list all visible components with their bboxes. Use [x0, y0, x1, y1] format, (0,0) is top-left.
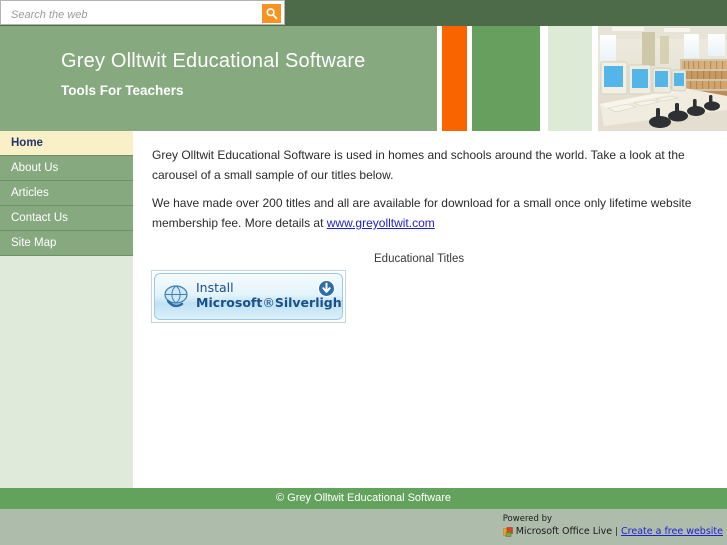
top-search-bar — [0, 0, 727, 26]
sidebar-item-label: Home — [11, 137, 43, 149]
search-icon — [265, 7, 278, 20]
create-free-website-link[interactable]: Create a free website — [621, 526, 723, 538]
search-box[interactable] — [0, 0, 285, 25]
header-green-panel — [0, 26, 437, 131]
sidebar-item-contact-us[interactable]: Contact Us — [0, 206, 133, 231]
install-silverlight-button[interactable]: Install Microsoft®Silverlight™ — [154, 273, 343, 320]
footer-copyright-bar: © Grey Olltwit Educational Software — [0, 488, 727, 509]
copyright-text: © Grey Olltwit Educational Software — [275, 492, 451, 504]
header-accent-bar-pale — [548, 26, 592, 131]
page-subtitle: Tools For Teachers — [61, 83, 184, 98]
page-root: Grey Olltwit Educational Software Tools … — [0, 0, 727, 545]
silverlight-install-container: Install Microsoft®Silverlight™ — [151, 270, 346, 323]
educational-titles-caption: Educational Titles — [374, 253, 465, 265]
sidebar-item-label: About Us — [11, 162, 59, 174]
powered-by-block: Powered by Microsoft Office Live | Creat… — [503, 514, 723, 538]
office-live-icon — [502, 527, 513, 537]
provider-name: Microsoft Office Live — [515, 526, 613, 537]
silverlight-registered-mark: ® — [262, 295, 275, 310]
powered-by-label: Powered by — [502, 514, 552, 524]
website-link[interactable]: www.greyolltwit.com — [327, 216, 435, 230]
silverlight-microsoft-word: Microsoft — [196, 295, 263, 310]
header-accent-bar-orange — [442, 26, 467, 131]
search-button[interactable] — [262, 4, 281, 23]
sidebar-item-about-us[interactable]: About Us — [0, 156, 133, 181]
search-input[interactable] — [9, 5, 263, 24]
sidebar-item-articles[interactable]: Articles — [0, 181, 133, 206]
details-paragraph: We have made over 200 titles and all are… — [152, 193, 700, 233]
powered-by-row: Microsoft Office Live | Create a free we… — [502, 526, 723, 538]
page-title: Grey Olltwit Educational Software — [61, 50, 366, 72]
silverlight-word: Silverlight — [274, 295, 343, 310]
sidebar-item-home[interactable]: Home — [0, 131, 133, 156]
main-content: Grey Olltwit Educational Software is use… — [133, 131, 727, 488]
sidebar-item-label: Site Map — [11, 237, 57, 249]
footer-powered-bar: Powered by Microsoft Office Live | Creat… — [0, 509, 727, 545]
download-arrow-icon — [318, 280, 335, 297]
silverlight-globe-icon — [162, 283, 191, 312]
computer-lab-photo — [598, 26, 727, 131]
footer-separator: | — [615, 527, 619, 537]
intro-paragraph: Grey Olltwit Educational Software is use… — [152, 148, 685, 182]
sidebar-nav: Home About Us Articles Contact Us Site M… — [0, 131, 133, 488]
header-accent-bar-green — [472, 26, 540, 131]
sidebar-item-label: Articles — [11, 187, 49, 199]
sidebar-item-label: Contact Us — [11, 212, 68, 224]
sidebar-item-site-map[interactable]: Site Map — [0, 231, 133, 256]
silverlight-product-name: Microsoft®Silverlight™ — [196, 295, 343, 311]
